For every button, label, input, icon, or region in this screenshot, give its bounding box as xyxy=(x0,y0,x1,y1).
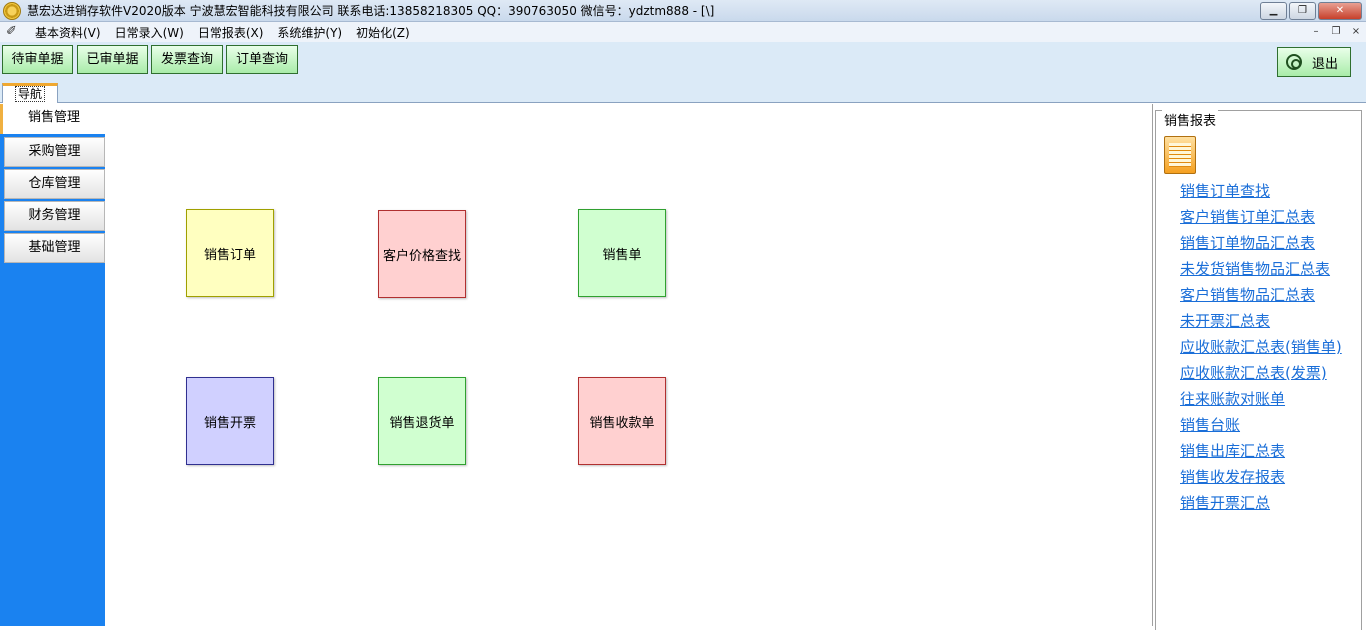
report-link[interactable]: 销售订单物品汇总表 xyxy=(1180,232,1315,253)
sales-slip-tile[interactable]: 销售单 xyxy=(578,209,666,297)
report-link[interactable]: 应收账款汇总表(销售单) xyxy=(1180,336,1342,357)
report-link[interactable]: 往来账款对账单 xyxy=(1180,388,1285,409)
invoice-query-button[interactable]: 发票查询 xyxy=(151,45,223,74)
sidebar-item-warehouse[interactable]: 仓库管理 xyxy=(4,169,105,199)
approved-documents-button[interactable]: 已审单据 xyxy=(77,45,148,74)
exit-label: 退出 xyxy=(1312,56,1339,72)
report-link[interactable]: 客户销售订单汇总表 xyxy=(1180,206,1315,227)
report-link[interactable]: 销售订单查找 xyxy=(1180,180,1270,201)
sidebar: 销售管理 采购管理 仓库管理 财务管理 基础管理 xyxy=(0,104,105,626)
report-link[interactable]: 销售开票汇总 xyxy=(1180,492,1270,513)
mdi-minimize-button[interactable]: – xyxy=(1308,24,1324,39)
menu-bar: ✐ 基本资料(V) 日常录入(W) 日常报表(X) 系统维护(Y) 初始化(Z)… xyxy=(0,22,1366,42)
restore-button[interactable]: ❐ xyxy=(1289,2,1316,20)
report-link[interactable]: 应收账款汇总表(发票) xyxy=(1180,362,1327,383)
menu-daily-reports[interactable]: 日常报表(X) xyxy=(191,24,271,41)
exit-button[interactable]: 退出 xyxy=(1277,47,1351,77)
mdi-controls: – ❐ × xyxy=(1308,24,1364,39)
report-chart-icon xyxy=(1164,136,1196,174)
customer-price-lookup-tile[interactable]: 客户价格查找 xyxy=(378,210,466,298)
menu-system-maintenance[interactable]: 系统维护(Y) xyxy=(270,24,349,41)
report-link[interactable]: 未发货销售物品汇总表 xyxy=(1180,258,1330,279)
window-title: 慧宏达进销存软件V2020版本 宁波慧宏智能科技有限公司 联系电话:138582… xyxy=(27,4,715,18)
sales-order-tile[interactable]: 销售订单 xyxy=(186,209,274,297)
main-panel: 销售订单 客户价格查找 销售单 销售开票 销售退货单 销售收款单 xyxy=(105,104,1152,626)
app-logo-icon xyxy=(3,1,21,20)
reports-panel: 销售报表 销售订单查找客户销售订单汇总表 销售订单物品汇总表 未发货销售物品汇总表客… xyxy=(1152,104,1366,630)
sales-receipt-tile[interactable]: 销售收款单 xyxy=(578,377,666,465)
order-query-button[interactable]: 订单查询 xyxy=(226,45,298,74)
menu-initialize[interactable]: 初始化(Z) xyxy=(349,24,417,41)
tab-navigation-label: 导航 xyxy=(14,86,45,102)
window-controls: ▁ ❐ ✕ xyxy=(1260,2,1362,20)
sidebar-item-basic[interactable]: 基础管理 xyxy=(4,233,105,263)
menu-basic-data[interactable]: 基本资料(V) xyxy=(28,24,108,41)
report-link[interactable]: 未开票汇总表 xyxy=(1180,310,1270,331)
report-link[interactable]: 销售出库汇总表 xyxy=(1180,440,1285,461)
sidebar-item-finance[interactable]: 财务管理 xyxy=(4,201,105,231)
tab-navigation[interactable]: 导航 xyxy=(2,83,58,103)
sales-invoice-tile[interactable]: 销售开票 xyxy=(186,377,274,465)
mdi-restore-button[interactable]: ❐ xyxy=(1328,24,1344,39)
sales-return-tile[interactable]: 销售退货单 xyxy=(378,377,466,465)
reports-title: 销售报表 xyxy=(1162,110,1219,129)
report-link[interactable]: 客户销售物品汇总表 xyxy=(1180,284,1315,305)
menu-daily-entry[interactable]: 日常录入(W) xyxy=(108,24,191,41)
tab-strip: 导航 xyxy=(0,80,1366,103)
sidebar-item-purchasing[interactable]: 采购管理 xyxy=(4,137,105,167)
power-icon xyxy=(1286,54,1302,70)
menu-document-icon: ✐ xyxy=(6,24,17,39)
toolbar: 待审单据 已审单据 发票查询 订单查询 退出 xyxy=(0,42,1366,80)
report-link[interactable]: 销售收发存报表 xyxy=(1180,466,1285,487)
close-button[interactable]: ✕ xyxy=(1318,2,1362,20)
title-bar: 慧宏达进销存软件V2020版本 宁波慧宏智能科技有限公司 联系电话:138582… xyxy=(0,0,1366,22)
report-link[interactable]: 销售台账 xyxy=(1180,414,1240,435)
sidebar-item-sales[interactable]: 销售管理 xyxy=(0,104,105,134)
mdi-close-button[interactable]: × xyxy=(1348,24,1364,39)
minimize-button[interactable]: ▁ xyxy=(1260,2,1287,20)
pending-documents-button[interactable]: 待审单据 xyxy=(2,45,73,74)
